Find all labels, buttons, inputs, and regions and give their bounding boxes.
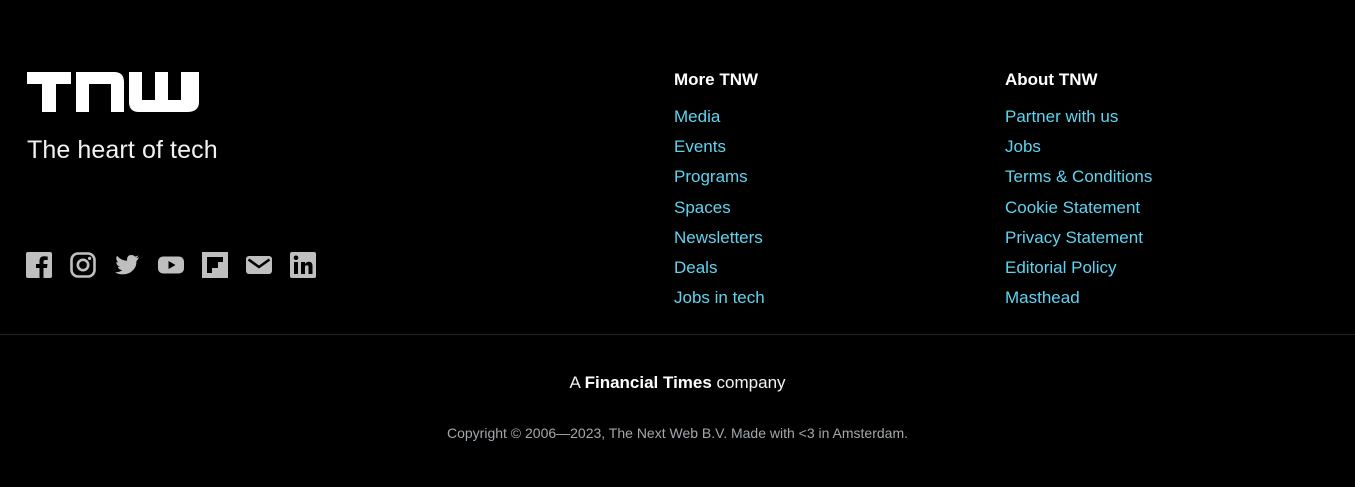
footer-link-deals[interactable]: Deals: [674, 258, 717, 277]
about-tnw-column: About TNW Partner with us Jobs Terms & C…: [1005, 69, 1152, 317]
flipboard-icon: [202, 252, 228, 278]
email-link[interactable]: [246, 252, 272, 278]
instagram-icon: [70, 252, 96, 278]
footer-link-partner-with-us[interactable]: Partner with us: [1005, 107, 1118, 126]
about-tnw-heading: About TNW: [1005, 70, 1098, 89]
about-tnw-links: Partner with us Jobs Terms & Conditions …: [1005, 106, 1152, 317]
twitter-icon: [115, 255, 139, 275]
twitter-link[interactable]: [114, 252, 140, 278]
tnw-logo-link[interactable]: [27, 70, 199, 112]
copyright-notice: Copyright © 2006—2023, The Next Web B.V.…: [446, 425, 909, 441]
youtube-link[interactable]: [158, 252, 184, 278]
instagram-link[interactable]: [70, 252, 96, 278]
social-links: [26, 252, 334, 278]
footer-link-events[interactable]: Events: [674, 137, 726, 156]
footer-link-masthead[interactable]: Masthead: [1005, 288, 1080, 307]
financial-times-credit: A Financial Times company: [0, 373, 1355, 393]
linkedin-link[interactable]: [290, 252, 316, 278]
brand: [27, 70, 199, 112]
ft-prefix: A: [569, 373, 585, 392]
footer-link-editorial-policy[interactable]: Editorial Policy: [1005, 258, 1117, 277]
ft-name-link[interactable]: Financial Times: [585, 373, 712, 392]
ft-suffix: company: [711, 373, 786, 392]
footer-link-spaces[interactable]: Spaces: [674, 198, 731, 217]
footer-link-jobs[interactable]: Jobs: [1005, 137, 1041, 156]
footer-divider: [0, 334, 1355, 335]
site-footer: The heart of tech More TNW Media Events …: [0, 0, 1355, 334]
footer-link-jobs-in-tech[interactable]: Jobs in tech: [674, 288, 765, 307]
tnw-logo: [27, 72, 199, 112]
footer-link-terms-conditions[interactable]: Terms & Conditions: [1005, 167, 1152, 186]
flipboard-link[interactable]: [202, 252, 228, 278]
mail-icon: [246, 256, 272, 274]
youtube-icon: [158, 256, 184, 274]
facebook-link[interactable]: [26, 252, 52, 278]
more-tnw-column: More TNW Media Events Programs Spaces Ne…: [674, 69, 765, 317]
footer-link-newsletters[interactable]: Newsletters: [674, 228, 763, 247]
facebook-icon: [26, 252, 52, 278]
more-tnw-heading: More TNW: [674, 70, 759, 89]
footer-link-media[interactable]: Media: [674, 107, 720, 126]
footer-link-programs[interactable]: Programs: [674, 167, 748, 186]
tagline: The heart of tech: [27, 136, 218, 164]
more-tnw-links: Media Events Programs Spaces Newsletters…: [674, 106, 765, 317]
footer-link-privacy-statement[interactable]: Privacy Statement: [1005, 228, 1143, 247]
linkedin-icon: [290, 252, 316, 278]
footer-link-cookie-statement[interactable]: Cookie Statement: [1005, 198, 1140, 217]
